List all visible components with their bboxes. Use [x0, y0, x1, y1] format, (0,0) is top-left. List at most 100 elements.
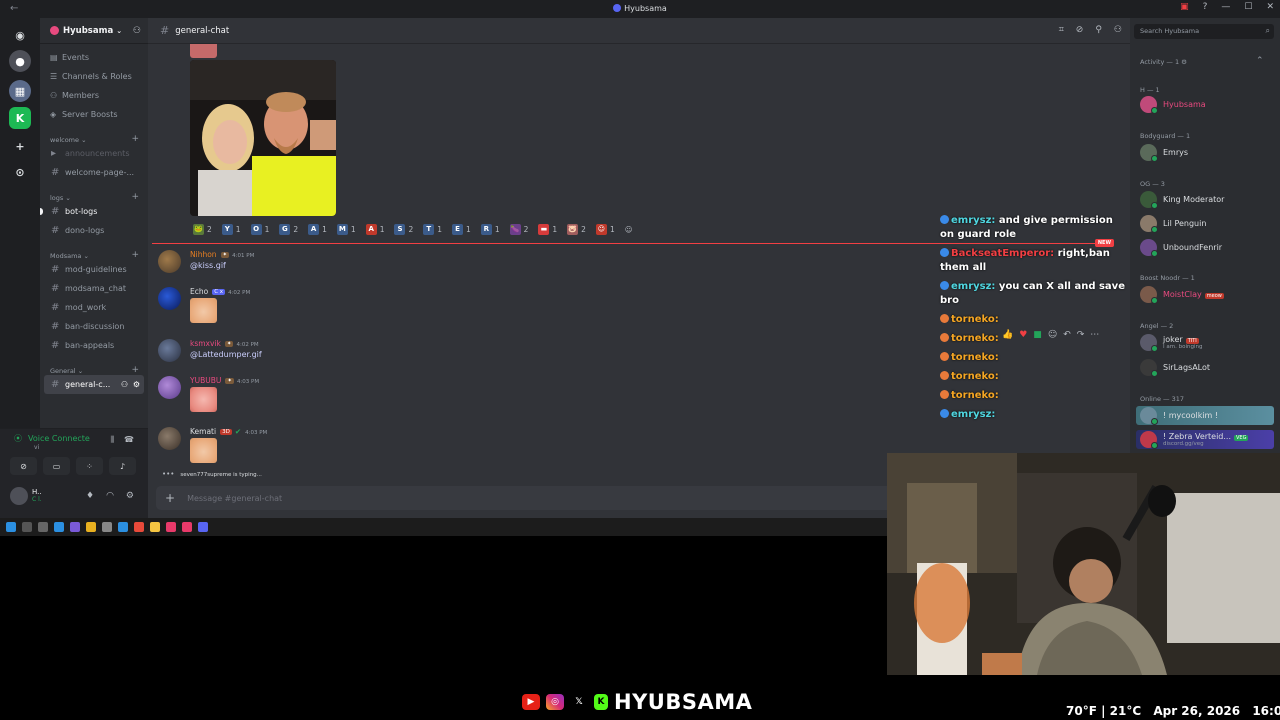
server-header[interactable]: Hyubsama ⌄ ⚇ — [40, 18, 148, 44]
channel-dono-logs[interactable]: # dono-logs — [40, 221, 148, 240]
channel-bot-logs[interactable]: # bot-logs — [40, 202, 148, 221]
threads-icon[interactable]: ⌗ — [1059, 25, 1064, 35]
disconnect-icon[interactable]: ☎ — [124, 435, 134, 445]
avatar[interactable] — [158, 287, 181, 310]
soundboard-button[interactable]: ♪ — [109, 457, 136, 475]
author-name[interactable]: ksmxvik — [190, 339, 221, 348]
inbox-icon[interactable]: ▣ — [1180, 2, 1189, 12]
sticker-image[interactable] — [190, 298, 217, 323]
channel-mod-guidelines[interactable]: # mod-guidelines — [40, 260, 148, 279]
app-icon[interactable] — [54, 522, 64, 532]
sticker-image[interactable] — [190, 387, 217, 412]
member-item[interactable]: MoistClay meow — [1140, 286, 1224, 304]
member-list-icon[interactable]: ⚇ — [1114, 25, 1122, 35]
discord-home-icon[interactable]: ◉ — [9, 24, 31, 46]
nav-server-boosts[interactable]: ◈ Server Boosts — [40, 105, 148, 124]
discover-icon[interactable]: ⊙ — [9, 161, 31, 183]
discord-taskbar-icon[interactable] — [198, 522, 208, 532]
thumbs-up-icon[interactable]: 👍 — [1002, 330, 1013, 340]
kick-server-icon[interactable]: K — [9, 107, 31, 129]
settings-icon[interactable]: ⚙ — [133, 380, 140, 389]
channel-ban-appeals[interactable]: # ban-appeals — [40, 336, 148, 355]
reaction-chip[interactable]: O1 — [248, 222, 273, 236]
nav-channels-roles[interactable]: ☰ Channels & Roles — [40, 67, 148, 86]
member-item[interactable]: Emrys — [1140, 144, 1188, 162]
microphone-icon[interactable]: ♦ — [86, 491, 94, 501]
channel-modsama-chat[interactable]: # modsama_chat — [40, 279, 148, 298]
app-icon[interactable] — [118, 522, 128, 532]
heart-icon[interactable]: ♥ — [1019, 330, 1027, 340]
add-channel-icon[interactable]: + — [131, 365, 139, 375]
member-item[interactable]: joker TITI I am. boinging — [1140, 334, 1202, 352]
avatar[interactable] — [158, 376, 181, 399]
category-logs[interactable]: logs ⌄ + — [40, 186, 148, 202]
close-button[interactable]: ✕ — [1266, 2, 1274, 12]
reaction-chip[interactable]: Y1 — [219, 222, 244, 236]
member-item[interactable]: UnboundFenrir — [1140, 239, 1222, 257]
voice-channel-name[interactable]: vi — [34, 444, 39, 451]
category-modsama[interactable]: Modsama ⌄ + — [40, 244, 148, 260]
nav-members[interactable]: ⚇ Members — [40, 86, 148, 105]
app-icon[interactable] — [102, 522, 112, 532]
author-name[interactable]: Echo — [190, 287, 208, 296]
add-attachment-button[interactable]: + — [165, 491, 175, 505]
activity-header[interactable]: Activity — 1 ⚙ ⌃ — [1140, 56, 1264, 66]
add-channel-icon[interactable]: + — [131, 192, 139, 202]
pin-icon[interactable]: ⚲ — [1095, 25, 1102, 35]
channel-ban-discussion[interactable]: # ban-discussion — [40, 317, 148, 336]
reaction-chip[interactable]: M1 — [334, 222, 359, 236]
add-member-icon[interactable]: ⚇ — [133, 26, 141, 36]
member-item[interactable]: King Moderator — [1140, 191, 1224, 209]
server-avatar[interactable]: ▦ — [9, 80, 31, 102]
reaction-chip[interactable]: ▬ 1 — [535, 222, 560, 236]
mute-icon[interactable]: ⊘ — [1076, 25, 1084, 35]
sticker-image[interactable] — [190, 438, 217, 463]
task-view-icon[interactable] — [38, 522, 48, 532]
avatar[interactable] — [158, 339, 181, 362]
author-name[interactable]: Kemati — [190, 427, 216, 436]
category-general[interactable]: General ⌄ + — [40, 359, 148, 375]
app-icon[interactable] — [150, 522, 160, 532]
activities-button[interactable]: ⁘ — [76, 457, 103, 475]
message-body[interactable]: @kiss.gif — [190, 261, 226, 270]
member-item[interactable]: ! mycoolkim ! — [1136, 406, 1274, 425]
add-channel-icon[interactable]: + — [131, 250, 139, 260]
add-channel-icon[interactable]: + — [131, 134, 139, 144]
avatar[interactable] — [158, 427, 181, 450]
app-icon[interactable] — [182, 522, 192, 532]
search-icon[interactable] — [22, 522, 32, 532]
message-body[interactable]: @Lattedumper.gif — [190, 350, 262, 359]
folder-icon[interactable] — [86, 522, 96, 532]
reaction-chip[interactable]: R1 — [478, 222, 503, 236]
channel-mod-work[interactable]: # mod_work — [40, 298, 148, 317]
add-reaction-icon[interactable]: ☺ — [1048, 330, 1057, 340]
forward-icon[interactable]: ↷ — [1077, 330, 1085, 340]
chevron-up-icon[interactable]: ⌃ — [1256, 56, 1264, 66]
reaction-chip[interactable]: T1 — [420, 222, 445, 236]
author-name[interactable]: YUBUBU — [190, 376, 221, 385]
minimize-button[interactable]: — — [1221, 2, 1230, 12]
gear-icon[interactable]: ⚙ — [126, 491, 134, 501]
category-welcome[interactable]: welcome ⌄ + — [40, 128, 148, 144]
reaction-chip[interactable]: A1 — [305, 222, 330, 236]
emoji-reaction-icon[interactable]: ■ — [1033, 330, 1042, 340]
x-icon[interactable]: 𝕏 — [570, 694, 588, 710]
server-avatar[interactable]: ● — [9, 50, 31, 72]
youtube-icon[interactable]: ▶ — [522, 694, 540, 710]
member-item[interactable]: SirLagsALot — [1140, 359, 1210, 377]
channel-announcements[interactable]: ▸ announcements — [40, 144, 148, 163]
member-item[interactable]: Lil Penguin — [1140, 215, 1206, 233]
instagram-icon[interactable]: ◎ — [546, 694, 564, 710]
app-icon[interactable] — [166, 522, 176, 532]
reaction-chip[interactable]: 🍆 2 — [507, 222, 532, 236]
screen-share-button[interactable]: ▭ — [43, 457, 70, 475]
member-item[interactable]: ! Zebra Verteid... VEG discord.gg/veg — [1136, 430, 1274, 449]
more-options-icon[interactable]: ⋯ — [1090, 330, 1099, 340]
help-icon[interactable]: ? — [1203, 2, 1208, 12]
nav-events[interactable]: ▤ Events — [40, 48, 148, 67]
kick-icon[interactable]: K — [594, 694, 608, 710]
photo-attachment[interactable] — [190, 60, 336, 216]
start-icon[interactable] — [6, 522, 16, 532]
chrome-icon[interactable] — [134, 522, 144, 532]
author-name[interactable]: Nihhon — [190, 250, 217, 259]
